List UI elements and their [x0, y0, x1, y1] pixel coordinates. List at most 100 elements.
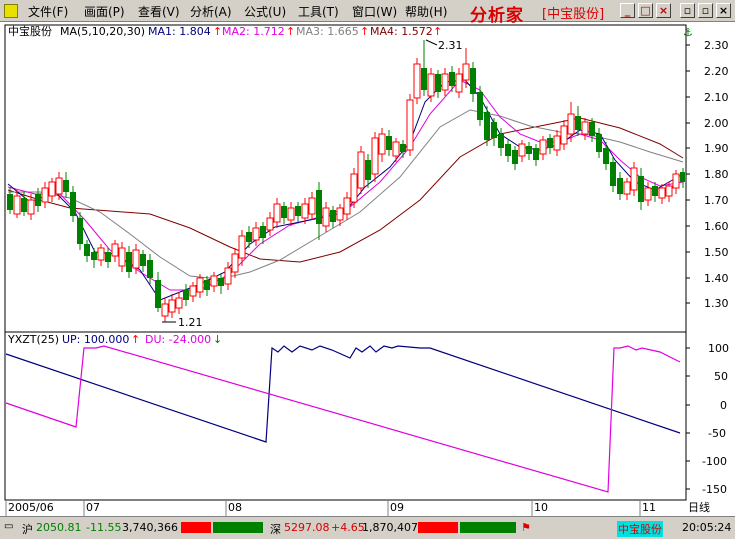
candle: [238, 235, 246, 259]
ma2-arrow-icon: ↑: [286, 25, 295, 38]
du-value-label: DU: -24.000: [145, 333, 211, 346]
maximize-button[interactable]: □: [638, 3, 653, 18]
price-tick: 2.00: [704, 117, 729, 130]
candle: [105, 252, 111, 262]
candle: [97, 247, 105, 261]
candle: [210, 275, 218, 287]
candle: [91, 252, 97, 260]
candle: [155, 280, 161, 308]
menu-help[interactable]: 帮助(H): [405, 3, 447, 20]
close-icon[interactable]: ×: [716, 3, 731, 18]
candle: [21, 198, 27, 212]
current-stock[interactable]: 中宝股份: [617, 521, 663, 537]
menu-view[interactable]: 查看(V): [138, 3, 180, 20]
candle: [630, 167, 638, 191]
candle: [246, 232, 252, 242]
candle: [357, 151, 365, 189]
indicator-tick: 0: [720, 399, 727, 412]
candle: [547, 138, 553, 148]
candle: [266, 217, 274, 231]
candle: [41, 187, 49, 203]
restore-icon-2[interactable]: ▫: [698, 3, 713, 18]
app-icon[interactable]: [4, 4, 18, 18]
candle: [322, 207, 330, 227]
candle: [553, 135, 561, 151]
indicator-tick: 100: [708, 342, 729, 355]
candle: [644, 187, 652, 201]
candle: [70, 192, 76, 216]
menu-tools[interactable]: 工具(T): [298, 3, 339, 20]
menu-window[interactable]: 窗口(W): [352, 3, 397, 20]
candle: [111, 243, 119, 257]
menu-formula[interactable]: 公式(U): [244, 3, 286, 20]
candle: [449, 72, 455, 86]
period-label[interactable]: 日线: [688, 500, 710, 514]
candle: [427, 73, 435, 97]
ma3-arrow-icon: ↑: [360, 25, 369, 38]
menu-file[interactable]: 文件(F): [28, 3, 68, 20]
candle: [567, 113, 575, 135]
candle: [252, 227, 260, 241]
candle: [168, 299, 176, 313]
candle: [638, 176, 644, 202]
candle: [617, 178, 623, 194]
candle: [435, 74, 441, 92]
sz-down-bar: [460, 522, 516, 533]
price-tick: 1.60: [704, 220, 729, 233]
chart-area[interactable]: 中宝股份 MA(5,10,20,30) MA1: 1.804 ↑ MA2: 1.…: [0, 22, 735, 516]
candle: [301, 203, 309, 219]
price-y-axis: 2.30 2.20 2.10 2.00 1.90 1.80 1.70 1.60 …: [686, 39, 729, 310]
candle: [560, 125, 568, 145]
candle: [658, 187, 666, 199]
stock-name-label: 中宝股份: [8, 24, 52, 38]
sh-volume: 3,740,366: [122, 521, 178, 534]
candle: [581, 121, 589, 135]
indicator-tick: 50: [714, 370, 728, 383]
price-tick: 2.20: [704, 65, 729, 78]
candle: [316, 190, 322, 224]
restore-icon[interactable]: ▫: [680, 3, 695, 18]
candle: [7, 194, 13, 210]
candle: [526, 146, 532, 154]
sh-index: 2050.81: [36, 521, 82, 534]
candle: [386, 136, 392, 150]
sz-up-bar: [418, 522, 458, 533]
candle: [63, 180, 69, 192]
window-stock-title: [中宝股份]: [542, 7, 605, 22]
keyboard-icon[interactable]: ▭: [4, 521, 13, 532]
menu-screen[interactable]: 画面(P): [84, 3, 125, 20]
price-tick: 2.30: [704, 39, 729, 52]
candle: [470, 68, 476, 94]
candle: [455, 73, 463, 93]
candle: [287, 207, 295, 221]
candle: [518, 143, 526, 157]
candle: [140, 254, 146, 266]
signal-icon[interactable]: ⚑: [521, 521, 531, 534]
clock-time: 20:05:24: [682, 521, 732, 534]
candle: [55, 177, 63, 195]
ma2-label: MA2: 1.712: [222, 25, 285, 38]
candle: [295, 206, 301, 216]
minimize-button[interactable]: _: [620, 3, 635, 18]
sz-change: +4.65: [331, 521, 365, 534]
candle: [623, 181, 631, 195]
menu-analysis[interactable]: 分析(A): [190, 3, 232, 20]
candle: [589, 122, 595, 136]
candle: [189, 285, 197, 297]
candle: [610, 162, 616, 186]
indicator-tick: -100: [702, 455, 727, 468]
candle: [603, 148, 609, 164]
price-tick: 2.10: [704, 91, 729, 104]
candle: [462, 63, 470, 81]
price-tick: 1.50: [704, 246, 729, 259]
status-bar: ▭ 沪 2050.81 -11.55 3,740,366 深 5297.08 +…: [0, 516, 735, 539]
ma3-label: MA3: 1.665: [296, 25, 359, 38]
price-tick: 1.80: [704, 168, 729, 181]
close-button[interactable]: ×: [656, 3, 671, 18]
x-axis: 2005/06 07 08 09 10 11 日线: [5, 500, 710, 516]
candle: [218, 278, 224, 286]
candle: [308, 197, 316, 215]
candle: [596, 134, 602, 152]
anchor-icon[interactable]: ⚓: [683, 26, 693, 39]
price-tick: 1.70: [704, 194, 729, 207]
